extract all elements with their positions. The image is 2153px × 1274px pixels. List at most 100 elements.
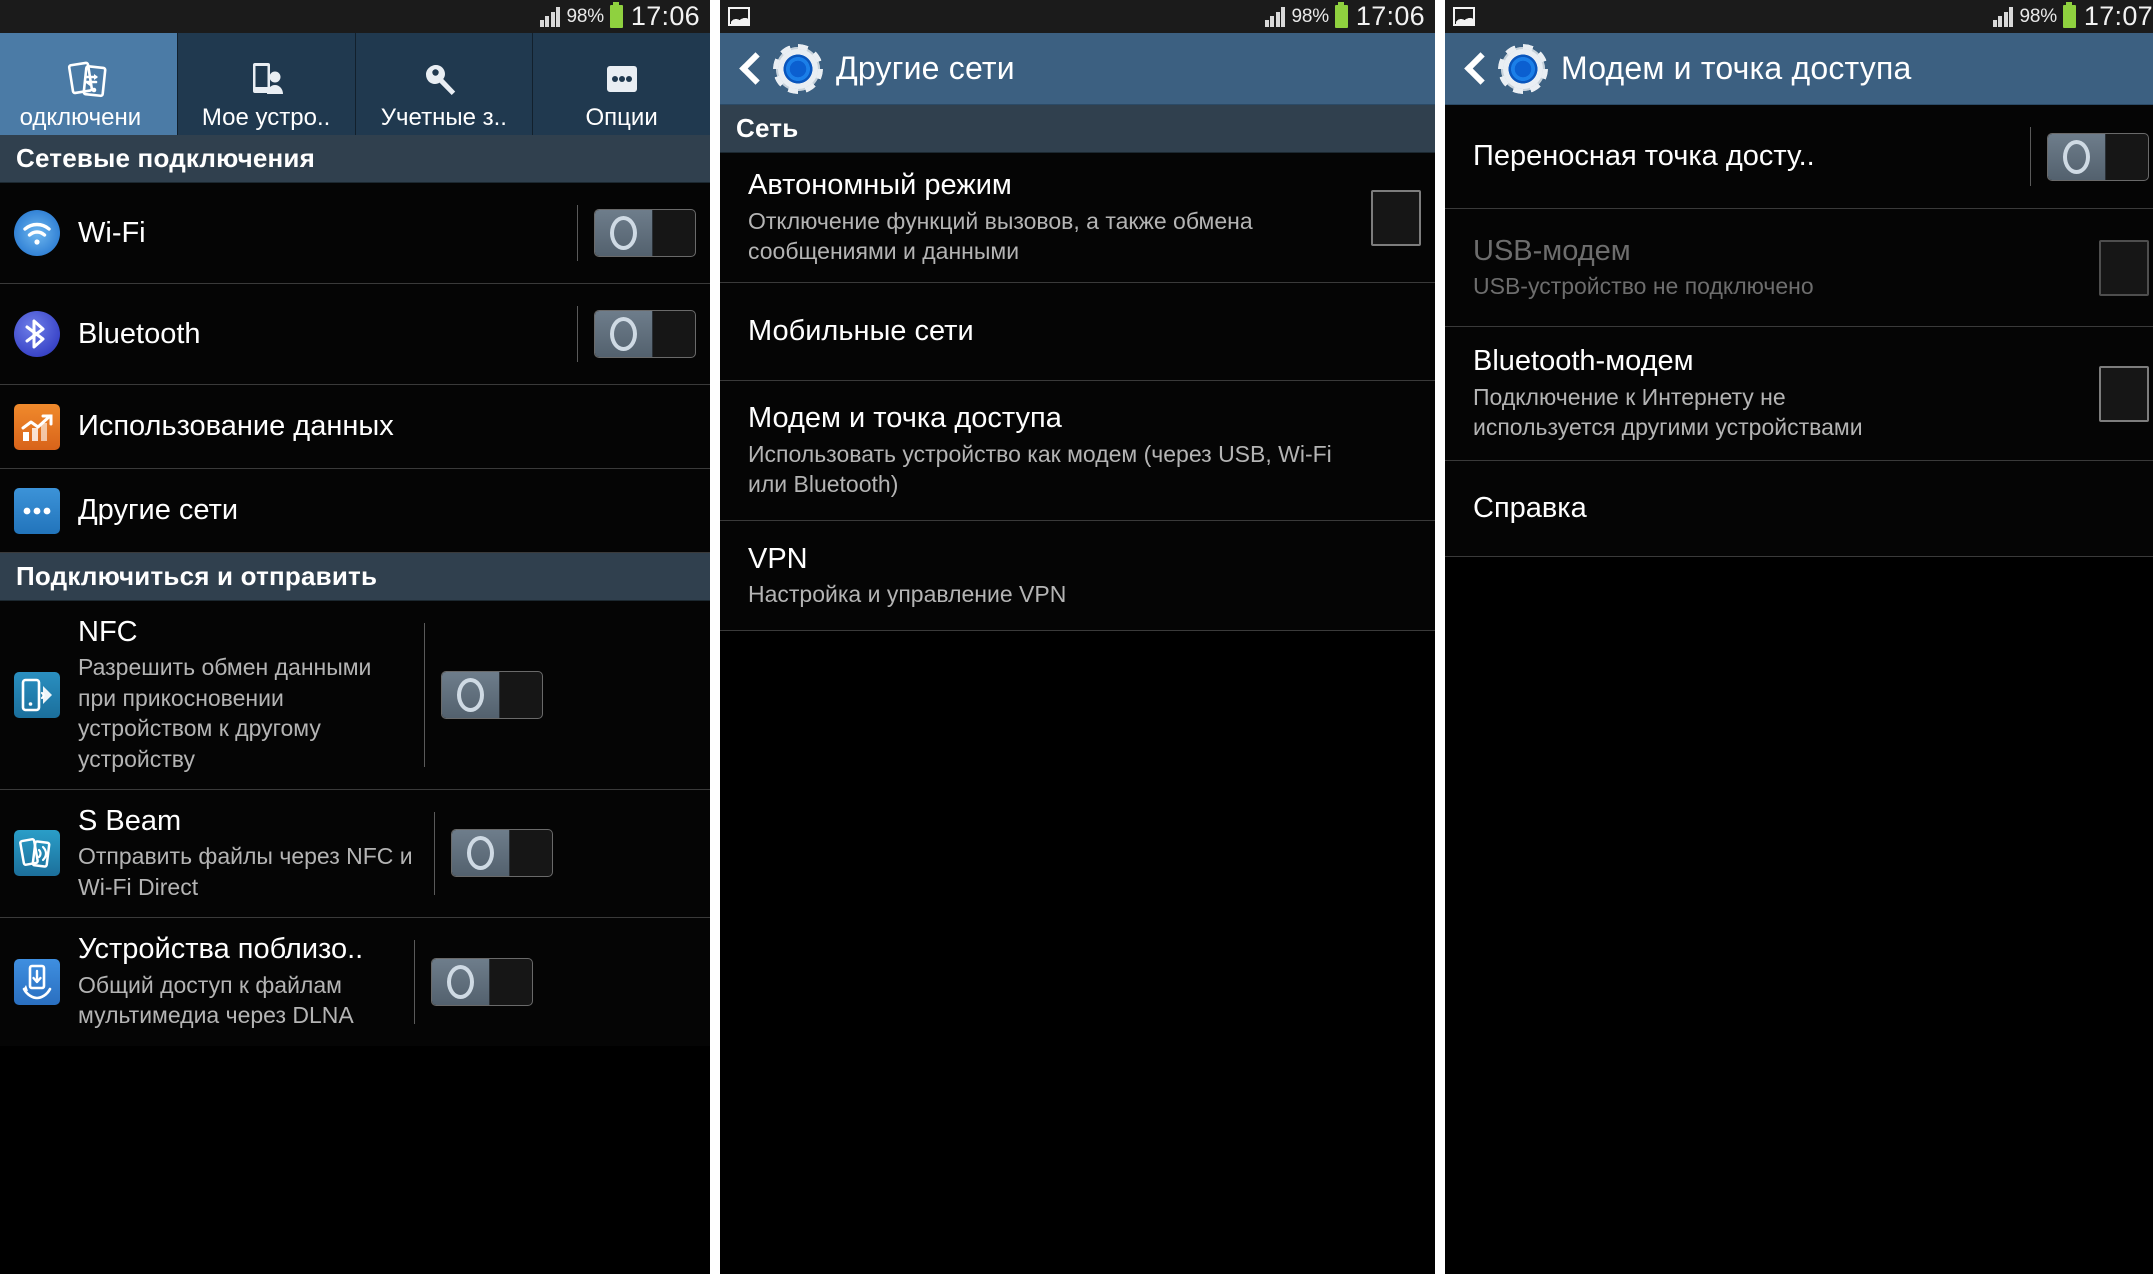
list-item-nearby-devices[interactable]: Устройства поблизо.. Общий доступ к файл… (0, 917, 710, 1046)
signal-bars-icon (1992, 6, 2014, 27)
list-item-help[interactable]: Справка (1445, 461, 2153, 557)
s-beam-icon (14, 830, 60, 877)
list-item-usb-tethering: USB-модем USB-устройство не подключено (1445, 209, 2153, 327)
section-header-label: Сетевые подключения (16, 143, 315, 173)
list-item-other-networks[interactable]: Другие сети (0, 469, 710, 553)
connections-icon (64, 53, 112, 105)
list-item-title: Переносная точка досту.. (1473, 140, 1815, 173)
list-item-title: Справка (1473, 492, 1587, 525)
list-item-bluetooth[interactable]: Bluetooth (0, 284, 710, 385)
list-item-text: Устройства поблизо.. Общий доступ к файл… (78, 932, 398, 1030)
list-item-title: VPN (748, 542, 808, 575)
settings-tab-bar: одключени Мое устро.. Учетные з.. Опции (0, 33, 710, 135)
back-chevron-icon[interactable] (738, 50, 760, 88)
toggle-wrapper (561, 197, 696, 269)
bluetooth-toggle[interactable] (594, 310, 696, 358)
nfc-toggle[interactable] (441, 670, 543, 719)
list-item-subtitle: Настройка и управление VPN (748, 580, 1067, 607)
list-item-data-usage[interactable]: Использование данных (0, 385, 710, 469)
list-item-title: S Beam (78, 804, 182, 837)
photo-icon (728, 7, 750, 26)
list-item-wifi[interactable]: Wi-Fi (0, 183, 710, 284)
list-item-text: USB-модем USB-устройство не подключено (1473, 234, 2081, 302)
more-options-icon (598, 53, 646, 105)
toggle-wrapper (408, 615, 543, 775)
tab-my-device-label: Мое устро.. (201, 103, 331, 131)
other-networks-icon (14, 487, 60, 534)
panel-separator (710, 0, 720, 1274)
divider (577, 306, 578, 362)
list-item-bluetooth-tethering[interactable]: Bluetooth-модем Подключение к Интернету … (1445, 327, 2153, 461)
airplane-mode-checkbox[interactable] (1371, 189, 1421, 246)
panel-separator (1435, 0, 1445, 1274)
battery-icon (1334, 2, 1348, 28)
list-item-text: Bluetooth (78, 317, 561, 351)
notification-area (1453, 0, 1475, 33)
tab-accounts-label: Учетные з.. (380, 103, 507, 131)
page-title: Другие сети (836, 50, 1015, 86)
list-item-subtitle: Использовать устройство как модем (через… (748, 440, 1332, 498)
status-bar: 98% 17:06 (720, 0, 1435, 33)
divider (424, 623, 425, 767)
nfc-icon (14, 671, 60, 718)
section-header-network-connections: Сетевые подключения (0, 135, 710, 183)
panel-tethering-hotspot: 98% 17:07 Модем и точка доступа Переносн… (1445, 0, 2153, 1274)
list-item-text: Модем и точка доступа Использовать устро… (748, 401, 1421, 499)
tab-options[interactable]: Опции (533, 33, 710, 135)
divider (577, 205, 578, 261)
portable-hotspot-toggle[interactable] (2047, 132, 2149, 181)
action-bar: Другие сети (720, 33, 1435, 105)
battery-percent-label: 98% (566, 5, 604, 27)
list-item-text: Wi-Fi (78, 216, 561, 250)
list-item-text: S Beam Отправить файлы через NFC и Wi-Fi… (78, 804, 418, 902)
screenshot-root: 98% 17:06 одключени Мое устро.. Учетные … (0, 0, 2153, 1274)
divider (2030, 127, 2031, 186)
battery-icon (609, 2, 623, 28)
tab-accounts[interactable]: Учетные з.. (355, 33, 534, 135)
list-item-subtitle: Отправить файлы через NFC и Wi-Fi Direct (78, 843, 413, 900)
signal-bars-icon (539, 6, 561, 27)
list-item-text: Мобильные сети (748, 314, 1421, 348)
list-item-mobile-networks[interactable]: Мобильные сети (720, 283, 1435, 381)
list-item-title: Bluetooth (78, 317, 201, 350)
divider (414, 939, 415, 1024)
status-clock: 17:06 (1355, 1, 1425, 31)
settings-gear-icon (1501, 46, 1545, 91)
list-item-text: Автономный режим Отключение функций вызо… (748, 168, 1353, 266)
tab-my-device[interactable]: Мое устро.. (177, 33, 356, 135)
list-item-title: Bluetooth-модем (1473, 345, 1694, 378)
status-bar: 98% 17:06 (0, 0, 710, 33)
tab-options-label: Опции (585, 103, 658, 131)
list-item-title: Устройства поблизо.. (78, 933, 364, 966)
section-header-network: Сеть (720, 105, 1435, 153)
list-item-text: Использование данных (78, 409, 696, 443)
back-chevron-icon[interactable] (1463, 50, 1485, 88)
nearby-devices-icon (14, 958, 60, 1005)
list-item-subtitle: USB-устройство не подключено (1473, 272, 1814, 299)
list-item-subtitle: Отключение функций вызовов, а также обме… (748, 207, 1253, 265)
nearby-devices-toggle[interactable] (431, 957, 533, 1006)
list-item-portable-hotspot[interactable]: Переносная точка досту.. (1445, 105, 2153, 209)
list-item-title: Wi-Fi (78, 216, 146, 249)
s-beam-toggle[interactable] (451, 829, 553, 878)
page-title: Модем и точка доступа (1561, 50, 1912, 86)
list-item-vpn[interactable]: VPN Настройка и управление VPN (720, 521, 1435, 631)
panel-other-networks: 98% 17:06 Другие сети Сеть Автономный ре… (720, 0, 1435, 1274)
data-usage-icon (14, 403, 60, 450)
signal-bars-icon (1264, 6, 1286, 27)
tab-connections-label: одключени (19, 103, 142, 131)
wifi-toggle[interactable] (594, 209, 696, 257)
list-item-tethering-hotspot[interactable]: Модем и точка доступа Использовать устро… (720, 381, 1435, 521)
list-item-title: Использование данных (78, 410, 394, 443)
usb-tethering-checkbox (2099, 239, 2149, 296)
list-item-s-beam[interactable]: S Beam Отправить файлы через NFC и Wi-Fi… (0, 789, 710, 918)
list-item-text: Справка (1473, 491, 2149, 525)
section-header-label: Подключиться и отправить (16, 561, 378, 591)
tab-connections[interactable]: одключени (0, 33, 178, 135)
list-item-text: Другие сети (78, 493, 696, 527)
section-header-connect-and-share: Подключиться и отправить (0, 553, 710, 601)
list-item-airplane-mode[interactable]: Автономный режим Отключение функций вызо… (720, 153, 1435, 283)
bluetooth-tethering-checkbox[interactable] (2099, 365, 2149, 422)
list-item-title: Мобильные сети (748, 315, 974, 348)
list-item-nfc[interactable]: NFC Разрешить обмен данными при прикосно… (0, 601, 710, 790)
